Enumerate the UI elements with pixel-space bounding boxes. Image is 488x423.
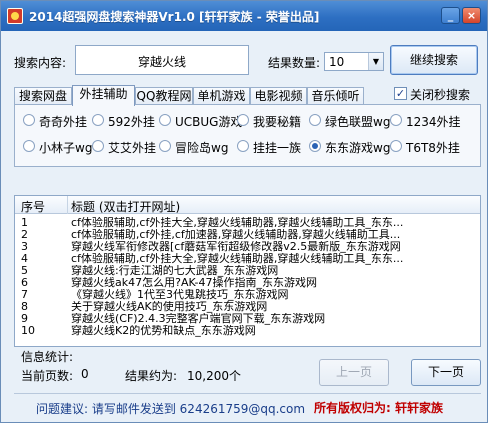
radio-icon[interactable]: [23, 114, 35, 126]
site-option-label: 绿色联盟wg: [325, 115, 391, 129]
radio-icon[interactable]: [390, 114, 402, 126]
radio-icon[interactable]: [159, 140, 171, 152]
current-page-label: 当前页数:: [21, 369, 74, 383]
table-row[interactable]: 8 关于穿越火线AK的使用技巧_东东游戏网: [15, 301, 480, 313]
row-number: 5: [21, 265, 28, 277]
current-page-value: 0: [81, 367, 89, 381]
title-bar[interactable]: 2014超强网盘搜索神器Vr1.0 [轩轩家族 - 荣誉出品] _ ×: [1, 1, 487, 31]
continue-search-button[interactable]: 继续搜索: [390, 45, 478, 75]
radio-icon[interactable]: [23, 140, 35, 152]
result-count-value: 10: [329, 55, 345, 69]
table-row[interactable]: 3 穿越火线军衔修改器[cf蘑菇军衔超级修改器v2.5最新版_东东游戏网: [15, 241, 480, 253]
column-title-header[interactable]: 标题 (双击打开网址): [71, 198, 180, 215]
tab-movies[interactable]: 电影视频: [250, 87, 307, 105]
row-number: 2: [21, 229, 28, 241]
row-title: cf体验服辅助,cf外挂大全,穿越火线辅助器,穿越火线辅助工具_东东...: [71, 253, 404, 265]
row-number: 1: [21, 217, 28, 229]
tab-single-games[interactable]: 单机游戏: [193, 87, 250, 105]
row-number: 8: [21, 301, 28, 313]
table-row[interactable]: 2 cf体验服辅助,cf外挂,cf加速器,穿越火线辅助器,穿越火线辅助工具...: [15, 229, 480, 241]
row-title: 关于穿越火线AK的使用技巧_东东游戏网: [71, 301, 268, 313]
row-number: 9: [21, 313, 28, 325]
chevron-down-icon[interactable]: ▼: [368, 53, 383, 70]
table-row[interactable]: 10 穿越火线K2的优势和缺点_东东游戏网: [15, 325, 480, 337]
minimize-button[interactable]: _: [441, 7, 460, 24]
checkmark-icon[interactable]: ✓: [394, 87, 407, 100]
next-page-button[interactable]: 下一页: [411, 359, 481, 386]
site-option-label: 592外挂: [108, 115, 155, 129]
row-title: cf体验服辅助,cf外挂大全,穿越火线辅助器,穿越火线辅助工具_东东...: [71, 217, 404, 229]
row-title: cf体验服辅助,cf外挂,cf加速器,穿越火线辅助器,穿越火线辅助工具...: [71, 229, 401, 241]
radio-icon[interactable]: [237, 140, 249, 152]
tab-music[interactable]: 音乐倾听: [307, 87, 364, 105]
app-icon: [7, 8, 23, 24]
copyright-text: 所有版权归为: 轩轩家族: [314, 401, 443, 415]
site-option-label: 1234外挂: [406, 115, 461, 129]
site-option-label: T6T8外挂: [406, 141, 460, 155]
result-count-select[interactable]: 10 ▼: [324, 52, 384, 71]
row-number: 7: [21, 289, 28, 301]
radio-icon[interactable]: [92, 140, 104, 152]
table-row[interactable]: 7 《穿越火线》1代至3代鬼跳技巧_东东游戏网: [15, 289, 480, 301]
site-option-label: 我要秘籍: [253, 115, 302, 129]
result-count-label: 结果数量:: [268, 56, 321, 70]
row-number: 3: [21, 241, 28, 253]
column-divider: [67, 196, 68, 214]
site-option-label: 小林子wg: [39, 141, 93, 155]
radio-icon[interactable]: [159, 114, 171, 126]
feedback-text: 问题建议: 请写邮件发送到 624261759@qq.com: [36, 402, 306, 416]
site-option-label: UCBUG游戏: [175, 115, 243, 129]
tab-qq-tutorials[interactable]: QQ教程网: [135, 87, 193, 105]
search-input[interactable]: 穿越火线: [75, 45, 249, 75]
row-title: 《穿越火线》1代至3代鬼跳技巧_东东游戏网: [71, 289, 289, 301]
search-input-value: 穿越火线: [137, 55, 186, 69]
tab-search-netdisk[interactable]: 搜索网盘: [14, 87, 72, 105]
table-row[interactable]: 6 穿越火线ak47怎么用?AK-47操作指南_东东游戏网: [15, 277, 480, 289]
app-window: 2014超强网盘搜索神器Vr1.0 [轩轩家族 - 荣誉出品] _ × 搜索内容…: [0, 0, 488, 423]
results-header: 序号 标题 (双击打开网址): [15, 196, 480, 214]
radio-icon[interactable]: [92, 114, 104, 126]
row-title: 穿越火线(CF)2.4.3完整客户端官网下载_东东游戏网: [71, 313, 326, 325]
row-title: 穿越火线ak47怎么用?AK-47操作指南_东东游戏网: [71, 277, 317, 289]
row-number: 4: [21, 253, 28, 265]
stats-heading: 信息统计:: [21, 350, 74, 364]
row-title: 穿越火线K2的优势和缺点_东东游戏网: [71, 325, 256, 337]
radio-selected-icon[interactable]: [309, 140, 321, 152]
results-list[interactable]: 序号 标题 (双击打开网址) 1 cf体验服辅助,cf外挂大全,穿越火线辅助器,穿…: [14, 195, 481, 347]
site-option-label: 挂挂一族: [253, 141, 302, 155]
table-row[interactable]: 9 穿越火线(CF)2.4.3完整客户端官网下载_东东游戏网: [15, 313, 480, 325]
table-row[interactable]: 4 cf体验服辅助,cf外挂大全,穿越火线辅助器,穿越火线辅助工具_东东...: [15, 253, 480, 265]
row-title: 穿越火线军衔修改器[cf蘑菇军衔超级修改器v2.5最新版_东东游戏网: [71, 241, 401, 253]
window-title: 2014超强网盘搜索神器Vr1.0 [轩轩家族 - 荣誉出品]: [29, 10, 320, 24]
site-option-label: 奇奇外挂: [39, 115, 88, 129]
radio-icon[interactable]: [237, 114, 249, 126]
radio-icon[interactable]: [390, 140, 402, 152]
results-count-value: 10,200个: [187, 369, 241, 383]
footer-divider: [14, 393, 481, 394]
table-row[interactable]: 5 穿越火线:行走江湖的七大武器_东东游戏网: [15, 265, 480, 277]
row-number: 6: [21, 277, 28, 289]
search-label: 搜索内容:: [14, 56, 67, 70]
tab-cheats[interactable]: 外挂辅助: [72, 85, 135, 106]
site-option-label: 东东游戏wg: [325, 141, 391, 155]
column-number-header[interactable]: 序号: [21, 198, 45, 215]
table-row[interactable]: 1 cf体验服辅助,cf外挂大全,穿越火线辅助器,穿越火线辅助工具_东东...: [15, 217, 480, 229]
site-option-label: 艾艾外挂: [108, 141, 157, 155]
row-title: 穿越火线:行走江湖的七大武器_东东游戏网: [71, 265, 279, 277]
close-button[interactable]: ×: [462, 7, 481, 24]
site-option-label: 冒险岛wg: [175, 141, 229, 155]
results-count-label: 结果约为:: [125, 369, 178, 383]
row-number: 10: [21, 325, 35, 337]
close-instant-search-label: 关闭秒搜索: [410, 88, 471, 102]
radio-icon[interactable]: [309, 114, 321, 126]
prev-page-button[interactable]: 上一页: [319, 359, 389, 386]
